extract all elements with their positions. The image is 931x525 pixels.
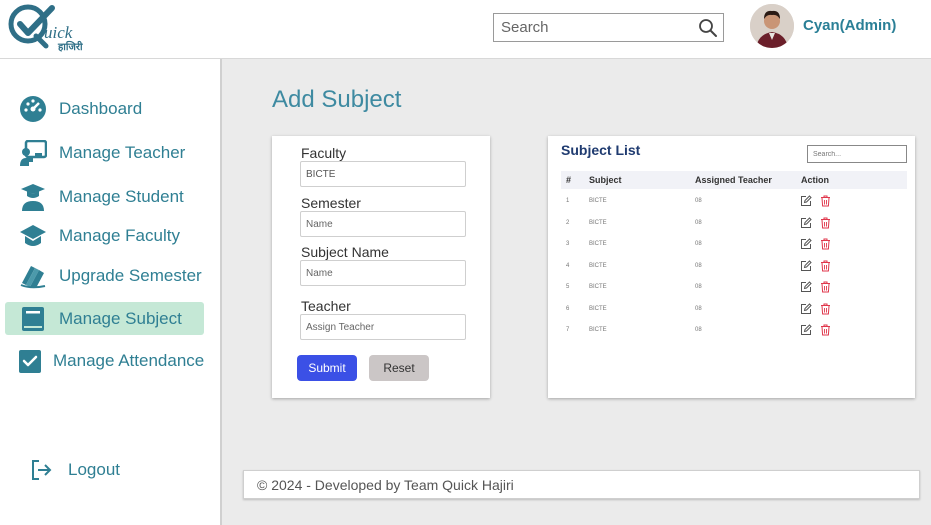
row-number: 3 xyxy=(566,241,570,247)
add-subject-form: Faculty Semester Subject Name Teacher Su… xyxy=(272,136,490,398)
sidebar-item-upgrade-semester[interactable]: Upgrade Semester xyxy=(5,259,204,292)
row-teacher: 08 xyxy=(695,305,702,312)
sidebar-item-label: Manage Subject xyxy=(59,308,182,328)
header-search xyxy=(493,13,724,42)
row-teacher: 08 xyxy=(695,262,702,269)
teacher-label: Teacher xyxy=(301,298,351,314)
edit-icon[interactable] xyxy=(800,195,812,207)
edit-icon[interactable] xyxy=(800,238,812,250)
books-icon xyxy=(18,262,48,290)
sidebar-item-manage-attendance[interactable]: Manage Attendance xyxy=(5,344,204,377)
row-subject: BICTE xyxy=(589,262,607,269)
table-row: 3 BICTE 08 xyxy=(561,235,907,253)
row-subject: BICTE xyxy=(589,284,607,290)
faculty-field[interactable] xyxy=(300,161,466,187)
sidebar-item-manage-teacher[interactable]: Manage Teacher xyxy=(5,136,204,169)
subject-search-input[interactable] xyxy=(807,145,907,163)
sidebar: Dashboard Manage Teacher Manage Student … xyxy=(0,59,222,525)
row-number: 6 xyxy=(566,305,570,312)
sidebar-item-label: Manage Student xyxy=(59,186,184,206)
logout-label: Logout xyxy=(68,459,120,479)
avatar[interactable] xyxy=(750,4,794,48)
subject-list-title: Subject List xyxy=(561,142,641,158)
trash-icon[interactable] xyxy=(820,281,831,293)
edit-icon[interactable] xyxy=(800,302,812,315)
footer-text: © 2024 - Developed by Team Quick Hajiri xyxy=(257,477,514,493)
top-header: uick हाजिरी Cyan(Admin) xyxy=(0,0,931,59)
row-teacher: 08 xyxy=(695,219,702,226)
edit-icon[interactable] xyxy=(800,324,812,336)
logo-subtext: हाजिरी xyxy=(58,42,83,53)
edit-icon[interactable] xyxy=(800,216,812,229)
table-row: 7 BICTE 08 xyxy=(561,321,907,339)
subject-list-card: Subject List # Subject Assigned Teacher … xyxy=(548,136,915,398)
column-header-teacher: Assigned Teacher xyxy=(695,175,772,185)
sidebar-item-label: Dashboard xyxy=(59,98,143,118)
gauge-icon xyxy=(18,95,48,123)
table-row: 1 BICTE 08 xyxy=(561,192,907,210)
search-input[interactable] xyxy=(494,14,694,41)
sidebar-item-label: Manage Teacher xyxy=(59,142,186,162)
teacher-field[interactable] xyxy=(300,314,466,340)
subject-name-field[interactable] xyxy=(300,260,466,286)
checkbox-icon xyxy=(18,347,42,375)
trash-icon[interactable] xyxy=(820,303,831,315)
sidebar-item-label: Upgrade Semester xyxy=(59,265,202,285)
row-subject: BICTE xyxy=(589,198,607,204)
book-icon xyxy=(18,305,48,333)
semester-field[interactable] xyxy=(300,211,466,237)
user-photo-icon xyxy=(750,4,794,48)
row-teacher: 08 xyxy=(695,284,702,290)
row-number: 2 xyxy=(566,219,570,226)
user-name[interactable]: Cyan(Admin) xyxy=(803,17,896,34)
footer: © 2024 - Developed by Team Quick Hajiri xyxy=(243,470,920,499)
column-header-action: Action xyxy=(801,175,829,185)
sidebar-item-dashboard[interactable]: Dashboard xyxy=(5,92,204,125)
logout-icon xyxy=(27,456,57,484)
table-header: # Subject Assigned Teacher Action xyxy=(561,171,907,189)
graduation-cap-icon xyxy=(18,222,48,250)
trash-icon[interactable] xyxy=(820,324,831,336)
trash-icon[interactable] xyxy=(820,195,831,207)
edit-icon[interactable] xyxy=(800,281,812,293)
table-row: 6 BICTE 08 xyxy=(561,300,907,318)
teacher-icon xyxy=(18,139,48,167)
row-number: 7 xyxy=(566,327,570,333)
submit-button[interactable]: Submit xyxy=(297,355,357,381)
semester-label: Semester xyxy=(301,195,361,211)
search-icon[interactable] xyxy=(698,18,718,38)
row-number: 1 xyxy=(566,198,570,204)
reset-button[interactable]: Reset xyxy=(369,355,429,381)
column-header-number: # xyxy=(566,175,572,185)
trash-icon[interactable] xyxy=(820,260,831,272)
graduate-icon xyxy=(18,183,48,211)
sidebar-item-label: Manage Faculty xyxy=(59,225,180,245)
subject-name-label: Subject Name xyxy=(301,244,389,260)
row-teacher: 08 xyxy=(695,327,702,333)
row-teacher: 08 xyxy=(695,198,702,204)
faculty-label: Faculty xyxy=(301,145,347,161)
row-subject: BICTE xyxy=(589,305,607,312)
table-row: 4 BICTE 08 xyxy=(561,257,907,275)
row-subject: BICTE xyxy=(589,241,607,247)
sidebar-item-manage-subject[interactable]: Manage Subject xyxy=(5,302,204,335)
column-header-subject: Subject xyxy=(589,175,622,185)
row-subject: BICTE xyxy=(589,219,607,226)
row-teacher: 08 xyxy=(695,241,702,247)
trash-icon[interactable] xyxy=(820,238,831,250)
page-title: Add Subject xyxy=(272,86,402,113)
sidebar-item-label: Manage Attendance xyxy=(53,350,205,370)
table-row: 2 BICTE 08 xyxy=(561,214,907,232)
sidebar-item-manage-faculty[interactable]: Manage Faculty xyxy=(5,219,204,252)
edit-icon[interactable] xyxy=(800,259,812,272)
quick-hajiri-logo[interactable]: uick हाजिरी xyxy=(6,2,86,54)
row-subject: BICTE xyxy=(589,327,607,333)
trash-icon[interactable] xyxy=(820,217,831,229)
sidebar-item-manage-student[interactable]: Manage Student xyxy=(5,180,204,213)
row-number: 4 xyxy=(566,262,570,269)
row-number: 5 xyxy=(566,284,570,290)
table-row: 5 BICTE 08 xyxy=(561,278,907,296)
logout-button[interactable]: Logout xyxy=(14,453,213,486)
